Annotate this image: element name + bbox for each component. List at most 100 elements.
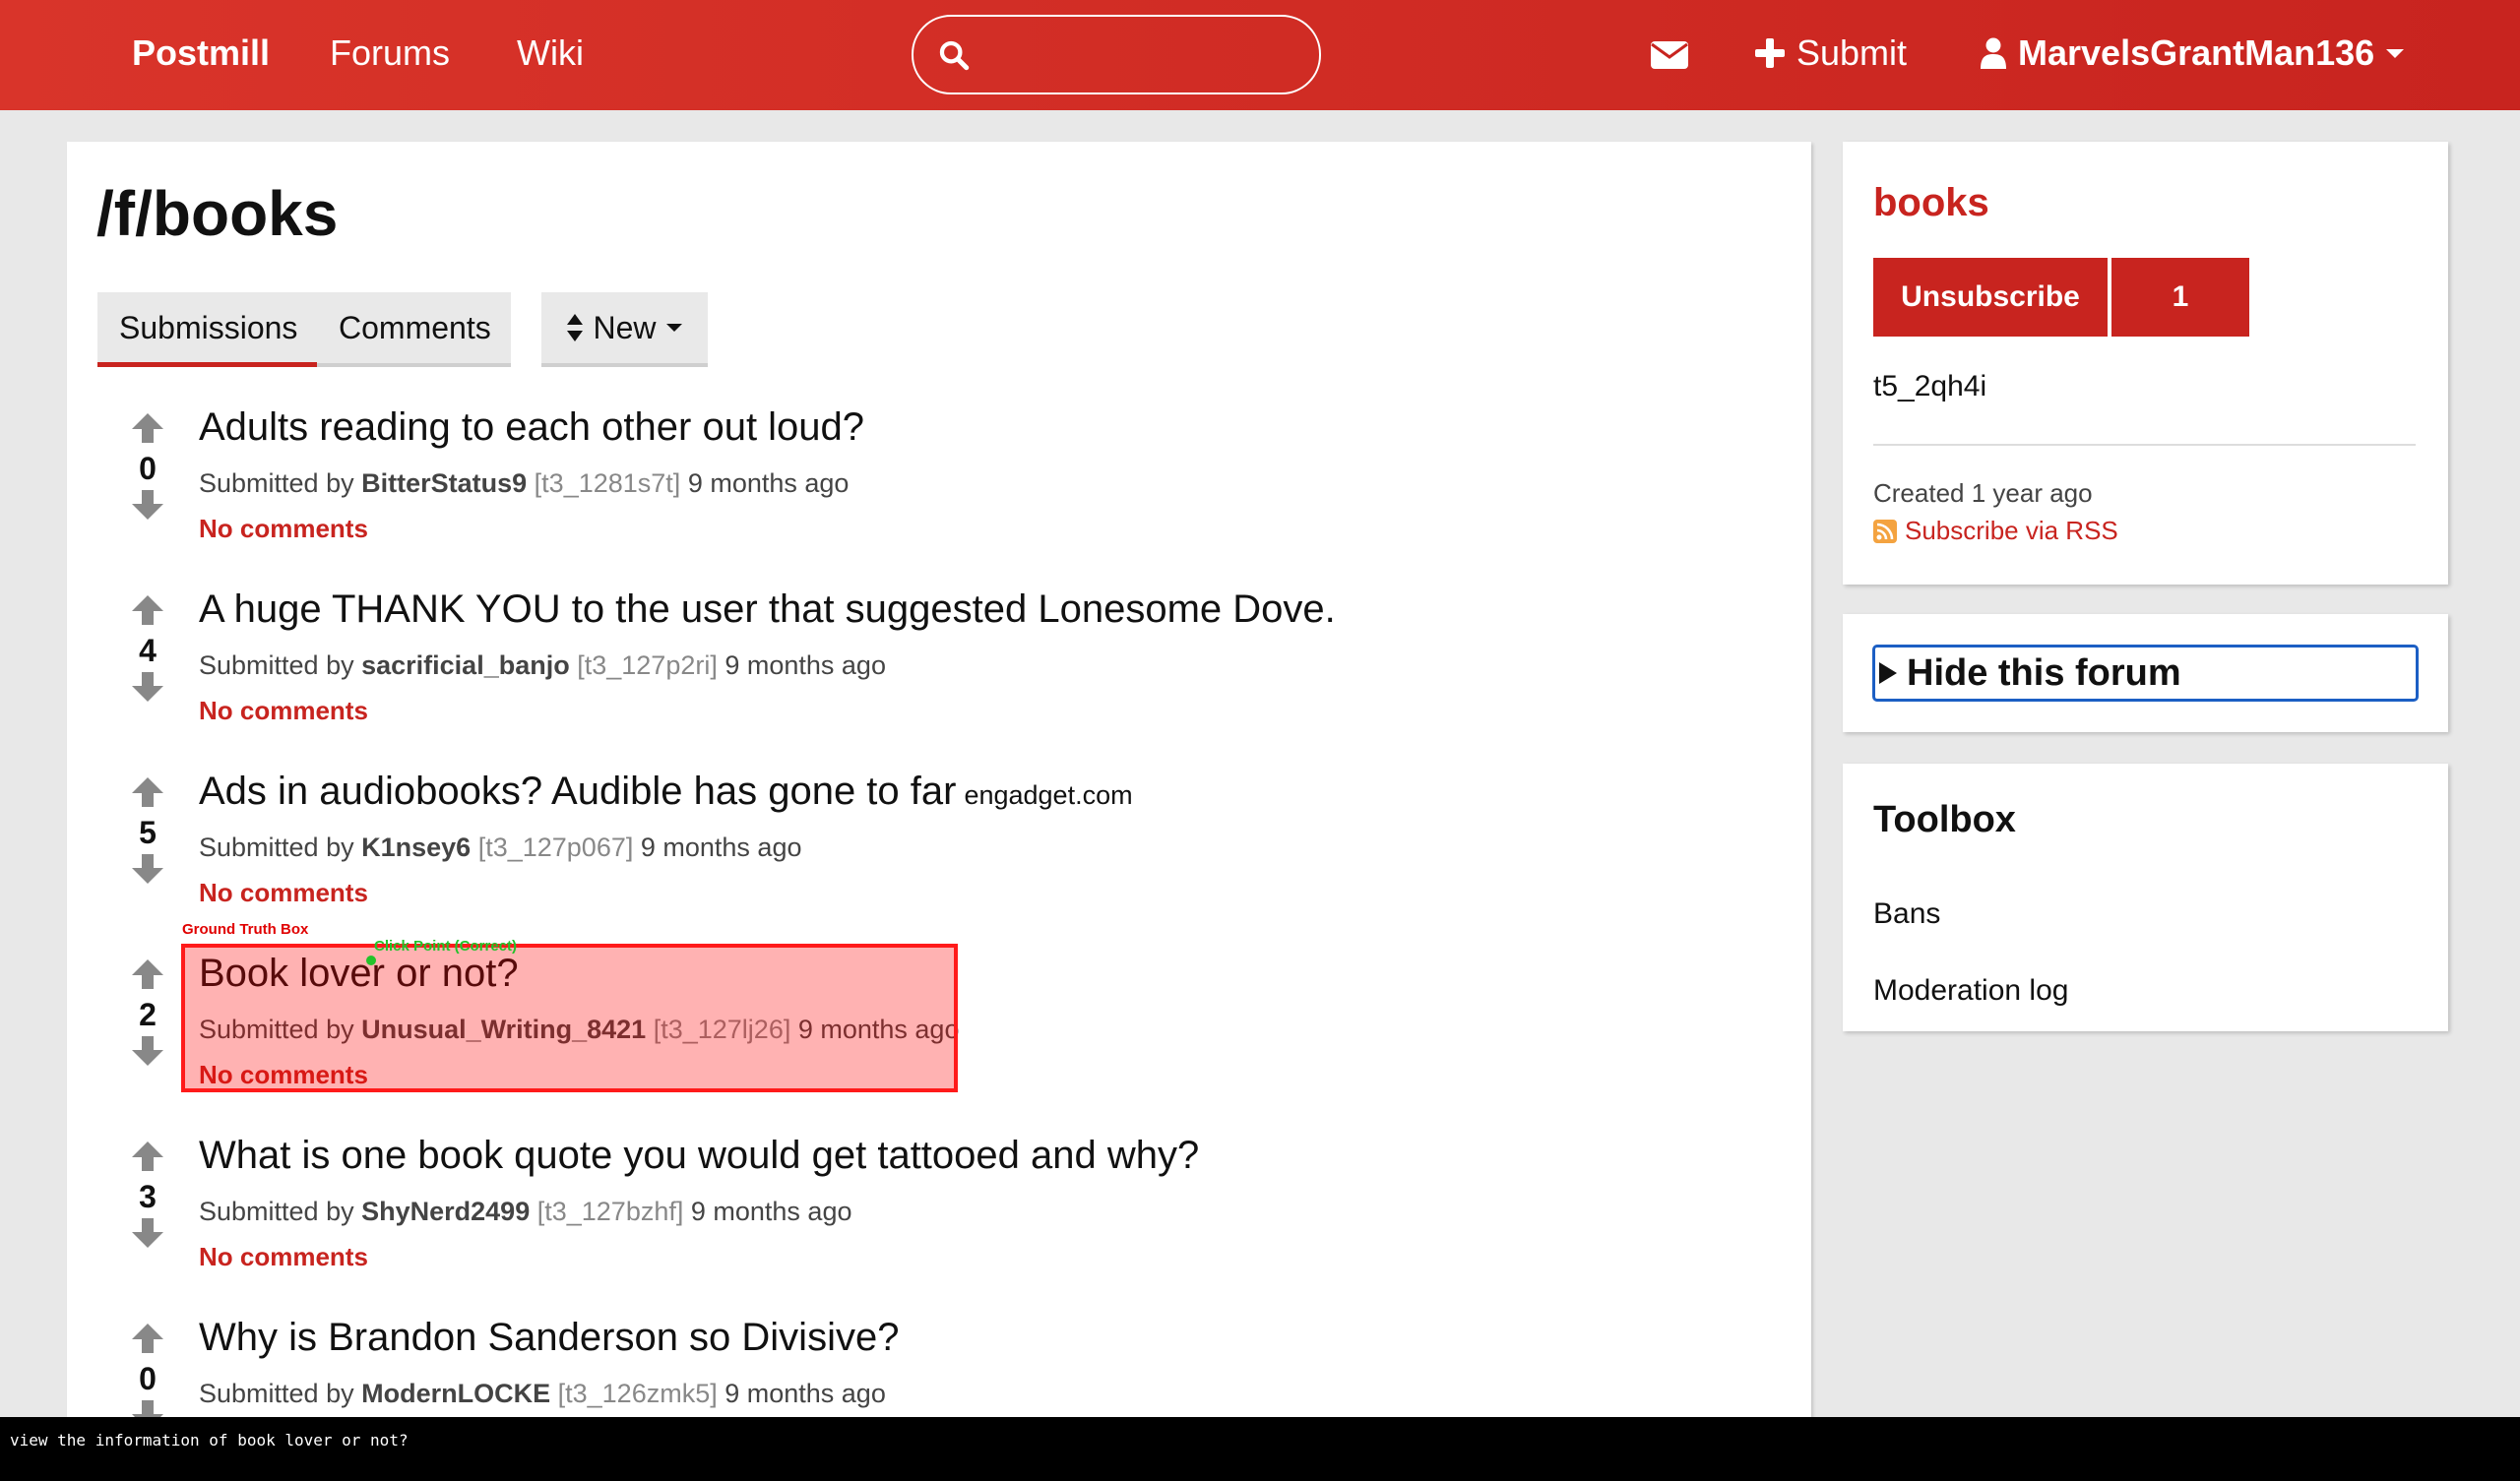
tab-submissions[interactable]: Submissions bbox=[97, 292, 317, 367]
downvote-arrow-icon[interactable] bbox=[132, 854, 163, 884]
submission-title-text[interactable]: A huge THANK YOU to the user that sugges… bbox=[199, 587, 1336, 631]
submission-title[interactable]: Adults reading to each other out loud? bbox=[199, 403, 872, 455]
submission-id: [t3_127p2ri] bbox=[577, 650, 718, 680]
hide-forum-label: Hide this forum bbox=[1907, 652, 2181, 694]
vote-score: 2 bbox=[139, 997, 157, 1032]
downvote-arrow-icon[interactable] bbox=[132, 1218, 163, 1248]
sort-icon bbox=[567, 314, 584, 341]
submission-time: 9 months ago bbox=[687, 468, 850, 498]
rss-link[interactable]: Subscribe via RSS bbox=[1873, 516, 2118, 546]
vote-score: 4 bbox=[139, 633, 157, 668]
submission-meta: Submitted by ShyNerd2499 [t3_127bzhf] 9 … bbox=[199, 1195, 851, 1228]
submitted-by-label: Submitted by bbox=[199, 833, 354, 862]
upvote-arrow-icon[interactable] bbox=[132, 1142, 163, 1171]
page-title: /f/books bbox=[96, 178, 339, 249]
unsubscribe-button[interactable]: Unsubscribe bbox=[1873, 258, 2108, 337]
submission-title-text[interactable]: Why is Brandon Sanderson so Divisive? bbox=[199, 1316, 899, 1359]
submission-title[interactable]: Ads in audiobooks? Audible has gone to f… bbox=[199, 768, 1133, 819]
submission-meta: Submitted by ModernLOCKE [t3_126zmk5] 9 … bbox=[199, 1377, 886, 1410]
submission-item: 4 A huge THANK YOU to the user that sugg… bbox=[118, 586, 1693, 763]
submission-id: [t3_127bzhf] bbox=[536, 1197, 684, 1226]
submission-author[interactable]: ShyNerd2499 bbox=[361, 1197, 530, 1226]
vote-controls: 2 bbox=[118, 950, 177, 1127]
upvote-arrow-icon[interactable] bbox=[132, 1324, 163, 1353]
upvote-arrow-icon[interactable] bbox=[132, 959, 163, 989]
divider bbox=[1873, 444, 2416, 446]
view-tabs: Submissions Comments bbox=[97, 292, 511, 367]
submission-id: [t3_126zmk5] bbox=[557, 1379, 718, 1408]
username: MarvelsGrantMan136 bbox=[2018, 32, 2375, 73]
hide-forum-box: Hide this forum bbox=[1843, 614, 2448, 732]
search-icon bbox=[939, 40, 970, 71]
vote-score: 0 bbox=[139, 1361, 157, 1396]
submission-title-text[interactable]: Ads in audiobooks? Audible has gone to f… bbox=[199, 770, 956, 813]
submission-title[interactable]: What is one book quote you would get tat… bbox=[199, 1132, 1207, 1183]
toolbox-moderation-log-link[interactable]: Moderation log bbox=[1873, 974, 2068, 1008]
upvote-arrow-icon[interactable] bbox=[132, 595, 163, 625]
sort-label: New bbox=[593, 310, 657, 345]
submission-id: [t3_1281s7t] bbox=[534, 468, 681, 498]
caret-down-icon bbox=[665, 324, 682, 332]
submission-time: 9 months ago bbox=[690, 1197, 852, 1226]
submission-author[interactable]: BitterStatus9 bbox=[361, 468, 527, 498]
downvote-arrow-icon[interactable] bbox=[132, 490, 163, 520]
comments-link[interactable]: No comments bbox=[199, 876, 368, 909]
submission-title[interactable]: Why is Brandon Sanderson so Divisive? bbox=[199, 1314, 907, 1365]
caret-down-icon bbox=[2386, 49, 2405, 58]
submission-item: 0 Adults reading to each other out loud?… bbox=[118, 403, 1693, 581]
comments-link[interactable]: No comments bbox=[199, 512, 368, 545]
rss-label: Subscribe via RSS bbox=[1905, 516, 2118, 545]
wiki-link[interactable]: Wiki bbox=[517, 30, 584, 77]
toolbox-title: Toolbox bbox=[1873, 799, 2016, 840]
hide-forum-toggle[interactable]: Hide this forum bbox=[1872, 645, 2419, 702]
submission-meta: Submitted by BitterStatus9 [t3_1281s7t] … bbox=[199, 466, 849, 500]
comments-link[interactable]: No comments bbox=[199, 1240, 368, 1273]
forums-link[interactable]: Forums bbox=[330, 30, 450, 77]
upvote-arrow-icon[interactable] bbox=[132, 413, 163, 443]
submitted-by-label: Submitted by bbox=[199, 468, 354, 498]
subscriber-count: 1 bbox=[2111, 258, 2249, 337]
submission-time: 9 months ago bbox=[640, 833, 802, 862]
tab-comments[interactable]: Comments bbox=[317, 292, 511, 367]
toolbox-box: Toolbox Bans Moderation log bbox=[1843, 764, 2448, 1031]
forum-created: Created 1 year ago bbox=[1873, 478, 2093, 508]
downvote-arrow-icon[interactable] bbox=[132, 1036, 163, 1066]
submitted-by-label: Submitted by bbox=[199, 650, 354, 680]
comments-link[interactable]: No comments bbox=[199, 694, 368, 727]
submission-author[interactable]: sacrificial_banjo bbox=[361, 650, 570, 680]
downvote-arrow-icon[interactable] bbox=[132, 672, 163, 702]
search-box[interactable] bbox=[912, 15, 1321, 94]
instruction-text: view the information of book lover or no… bbox=[10, 1431, 409, 1450]
submit-link[interactable]: Submit bbox=[1755, 30, 1907, 77]
click-point-marker bbox=[366, 956, 376, 965]
toolbox-bans-link[interactable]: Bans bbox=[1873, 897, 1940, 931]
submission-domain: engadget.com bbox=[964, 780, 1133, 810]
vote-score: 5 bbox=[139, 815, 157, 850]
submission-id: [t3_127p067] bbox=[477, 833, 634, 862]
vote-controls: 4 bbox=[118, 586, 177, 763]
user-menu[interactable]: MarvelsGrantMan136 bbox=[1981, 30, 2405, 77]
vote-controls: 5 bbox=[118, 768, 177, 945]
mail-icon[interactable] bbox=[1650, 39, 1689, 76]
submission-title-text[interactable]: What is one book quote you would get tat… bbox=[199, 1134, 1199, 1177]
vote-score: 3 bbox=[139, 1179, 157, 1214]
submitted-by-label: Submitted by bbox=[199, 1379, 354, 1408]
submission-time: 9 months ago bbox=[724, 650, 886, 680]
vote-controls: 3 bbox=[118, 1132, 177, 1309]
submit-label: Submit bbox=[1796, 32, 1908, 73]
sort-dropdown[interactable]: New bbox=[541, 292, 708, 367]
ground-truth-box bbox=[181, 944, 958, 1092]
submission-author[interactable]: ModernLOCKE bbox=[361, 1379, 550, 1408]
submission-title-text[interactable]: Adults reading to each other out loud? bbox=[199, 405, 864, 449]
rss-icon bbox=[1873, 519, 1897, 543]
search-input[interactable] bbox=[982, 31, 1297, 80]
plus-icon bbox=[1755, 38, 1785, 68]
upvote-arrow-icon[interactable] bbox=[132, 777, 163, 807]
instruction-bar: view the information of book lover or no… bbox=[0, 1417, 2520, 1481]
submission-item: 3 What is one book quote you would get t… bbox=[118, 1132, 1693, 1309]
forum-name[interactable]: books bbox=[1873, 181, 1989, 225]
submitted-by-label: Submitted by bbox=[199, 1197, 354, 1226]
submission-title[interactable]: A huge THANK YOU to the user that sugges… bbox=[199, 586, 1344, 637]
brand-link[interactable]: Postmill bbox=[132, 30, 270, 77]
submission-author[interactable]: K1nsey6 bbox=[361, 833, 471, 862]
